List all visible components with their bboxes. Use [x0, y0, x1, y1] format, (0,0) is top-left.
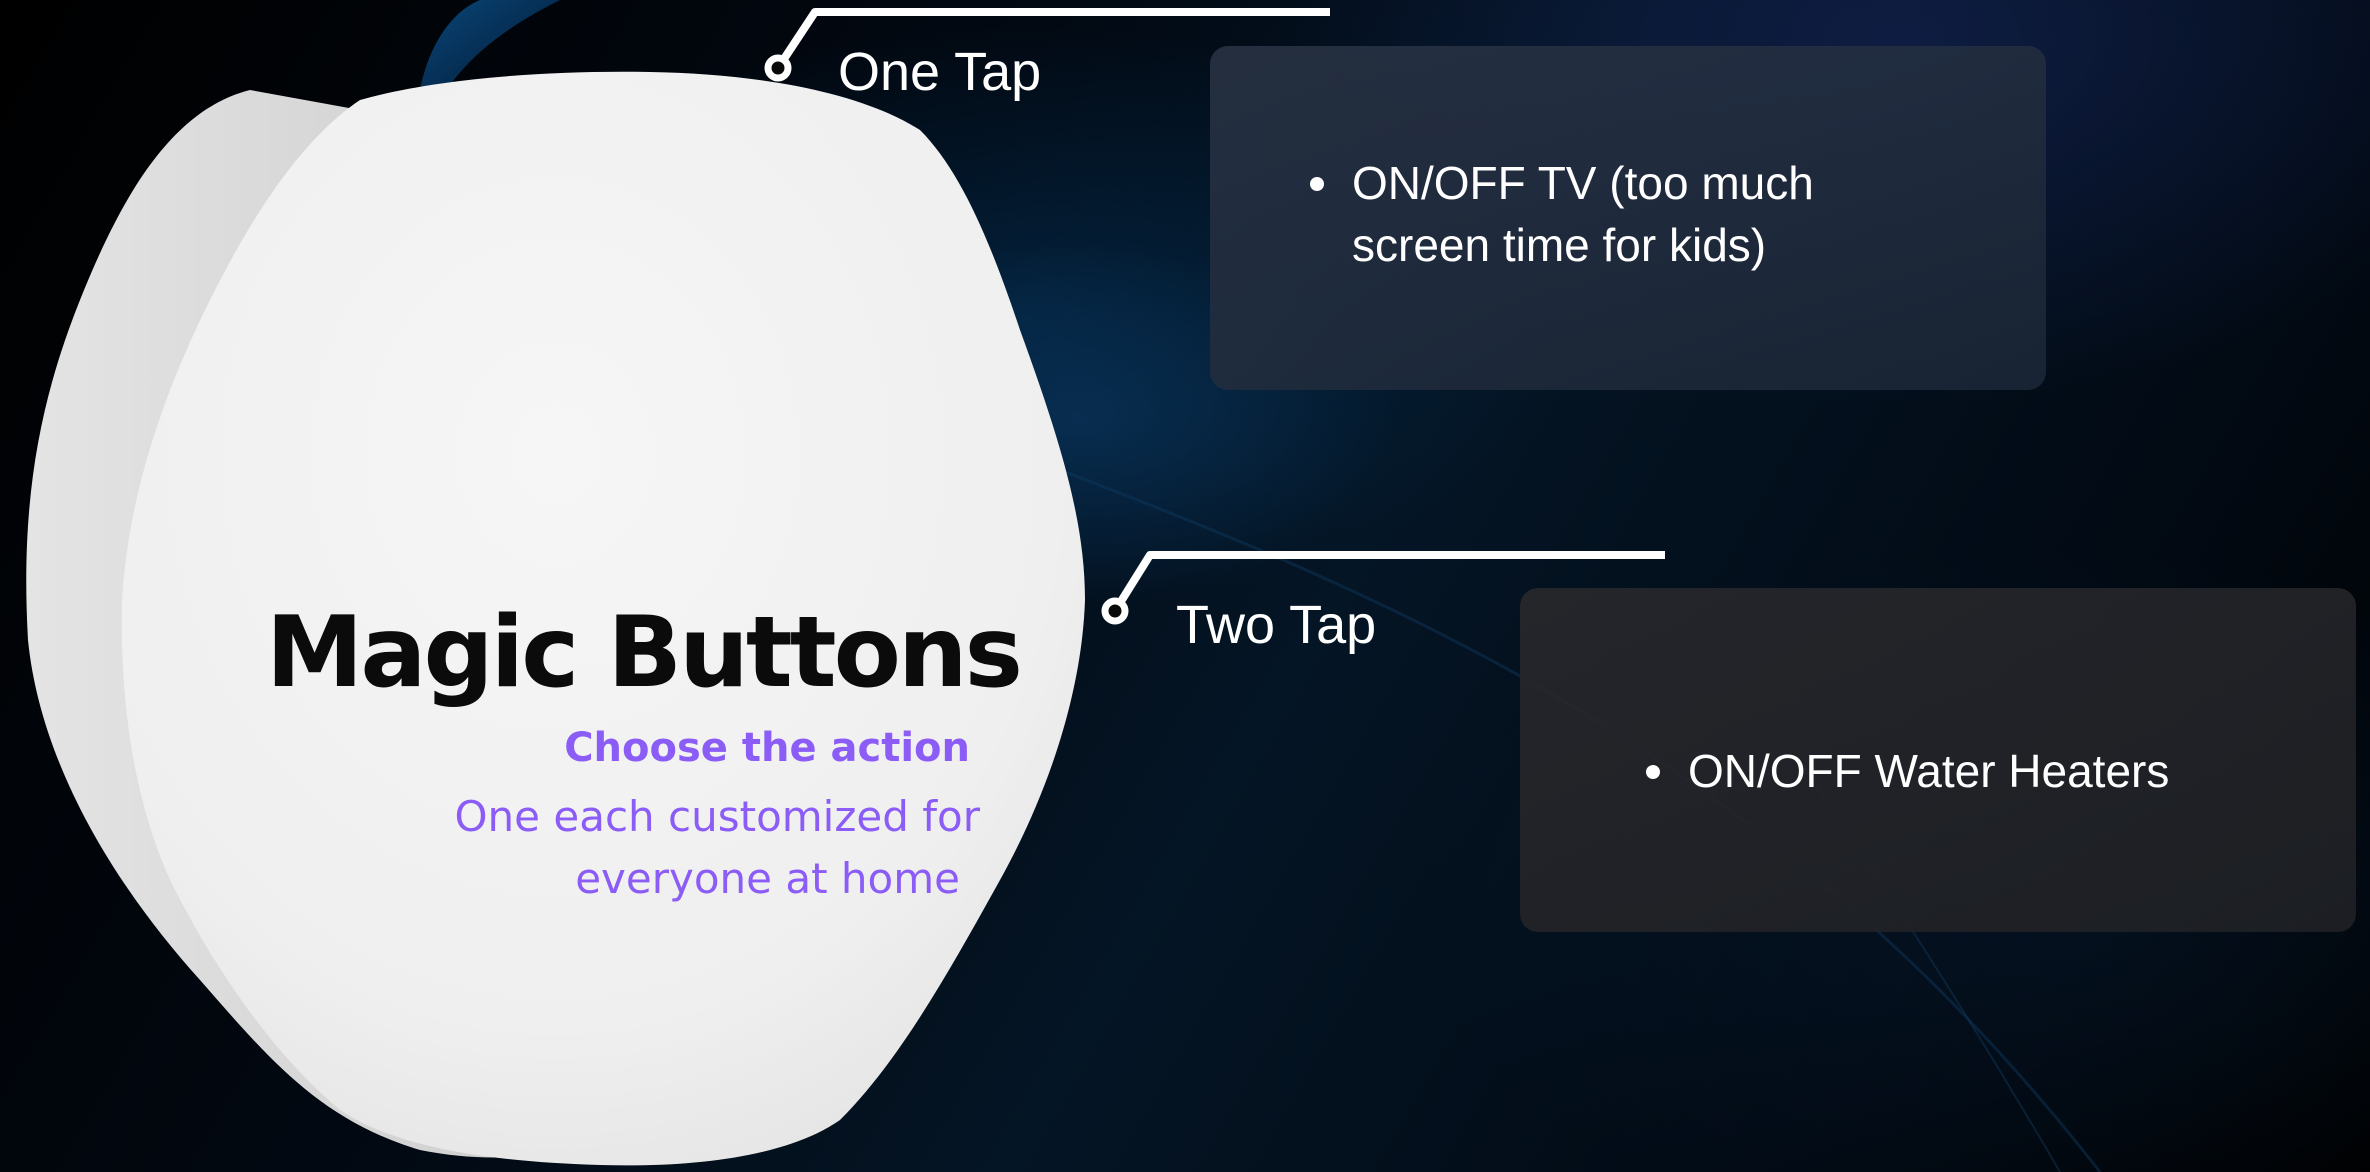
page-title: Magic Buttons	[265, 596, 1023, 710]
list-item: ON/OFF TV (too much screen time for kids…	[1310, 152, 1912, 276]
one-tap-panel: ON/OFF TV (too much screen time for kids…	[1210, 46, 2046, 390]
two-tap-label: Two Tap	[1176, 595, 1377, 655]
two-tap-action-text: ON/OFF Water Heaters	[1688, 745, 2170, 797]
bullet-dot-icon	[1646, 765, 1660, 779]
two-tap-action-list: ON/OFF Water Heaters	[1646, 740, 2328, 802]
one-tap-action-text: ON/OFF TV (too much screen time for kids…	[1352, 157, 1814, 271]
one-tap-label: One Tap	[838, 42, 1042, 102]
hero-description-line-2: everyone at home	[575, 854, 960, 903]
slide: Magic Buttons Choose the action One each…	[0, 0, 2370, 1172]
hero-subtitle: Choose the action	[564, 725, 970, 771]
two-tap-panel: ON/OFF Water Heaters	[1520, 588, 2356, 932]
hero-description: One each customized for everyone at home	[330, 786, 981, 910]
hero-description-line-1: One each customized for	[454, 792, 981, 841]
one-tap-action-list: ON/OFF TV (too much screen time for kids…	[1310, 152, 1912, 276]
bullet-dot-icon	[1310, 177, 1324, 191]
list-item: ON/OFF Water Heaters	[1646, 740, 2328, 802]
